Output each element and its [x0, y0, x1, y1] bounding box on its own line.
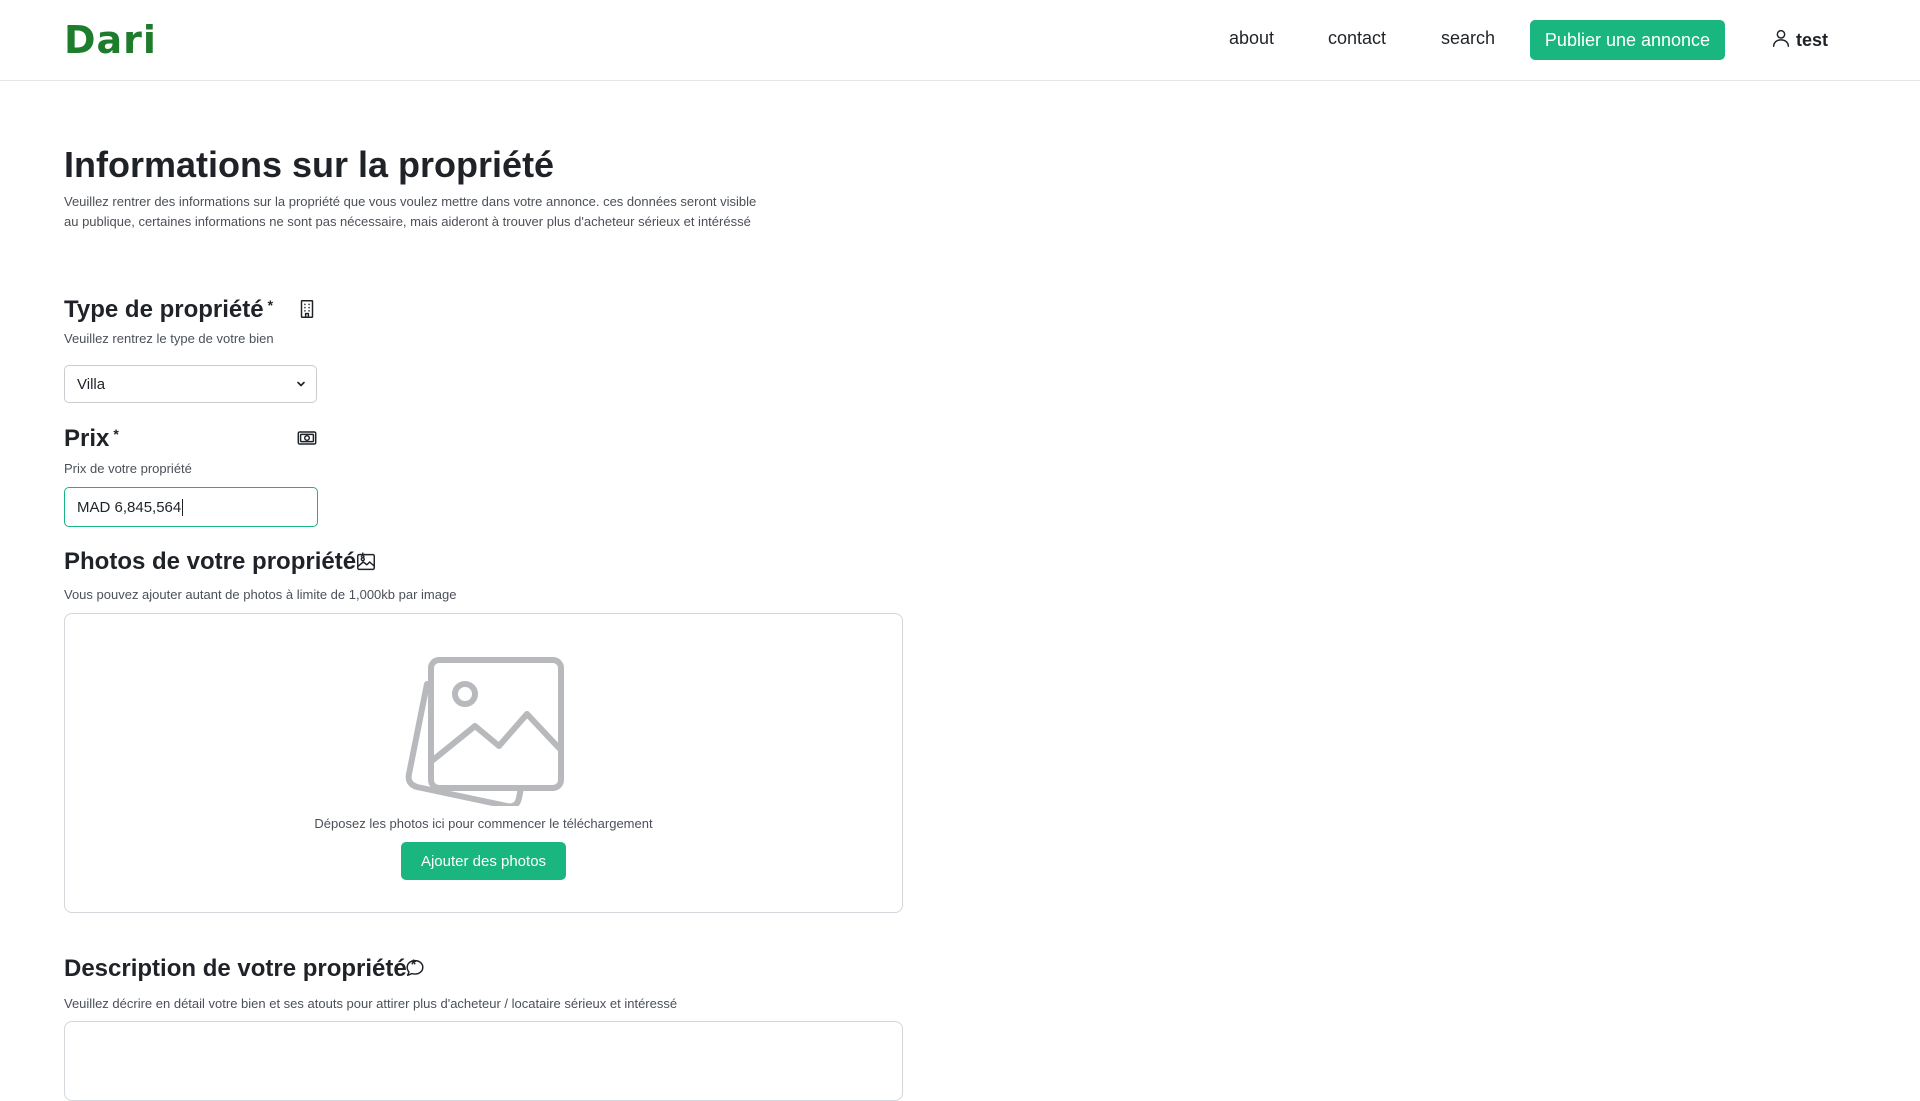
money-icon [296, 427, 318, 449]
description-textarea[interactable] [64, 1021, 903, 1101]
description-help: Veuillez décrire en détail votre bien et… [64, 996, 678, 1011]
property-type-help: Veuillez rentrez le type de votre bien [64, 331, 274, 346]
add-photos-button[interactable]: Ajouter des photos [401, 842, 566, 880]
top-navbar: Dari about contact search Publier une an… [0, 0, 1920, 81]
image-icon [355, 551, 377, 573]
price-input[interactable]: MAD 6,845,564 [64, 487, 318, 527]
description-label-text: Description de votre propriété [64, 955, 407, 982]
text-caret [182, 498, 184, 516]
dari-logo[interactable]: Dari [64, 18, 157, 62]
photo-dropzone[interactable]: Déposez les photos ici pour commencer le… [64, 613, 903, 913]
photos-placeholder-icon [405, 657, 564, 806]
photos-help: Vous pouvez ajouter autant de photos à l… [64, 587, 457, 602]
required-mark: * [267, 297, 274, 313]
building-icon [296, 298, 318, 320]
page-description: Veuillez rentrer des informations sur la… [64, 194, 757, 229]
property-type-selected: Villa [77, 375, 106, 393]
price-value: MAD 6,845,564 [77, 498, 182, 516]
property-type-select[interactable]: Villa [64, 365, 317, 403]
user-menu[interactable]: test [1770, 26, 1828, 54]
nav-search-link[interactable]: search [1441, 28, 1495, 49]
description-label: Description de votre propriété * [64, 955, 416, 983]
photos-label: Photos de votre propriété * [64, 548, 366, 576]
required-mark: * [113, 426, 119, 442]
price-label-text: Prix [64, 425, 110, 452]
dropzone-instructions: Déposez les photos ici pour commencer le… [314, 816, 653, 831]
publish-listing-button[interactable]: Publier une annonce [1530, 20, 1725, 60]
chat-bubble-icon [404, 957, 426, 979]
nav-contact-link[interactable]: contact [1328, 28, 1386, 49]
price-help: Prix de votre propriété [64, 461, 192, 476]
photos-label-text: Photos de votre propriété [64, 548, 357, 575]
nav-about-link[interactable]: about [1229, 28, 1274, 49]
chevron-down-icon [297, 381, 305, 387]
page-title: Informations sur la propriété [64, 144, 555, 185]
property-type-label: Type de propriété * [64, 296, 273, 324]
price-label: Prix * [64, 425, 119, 453]
user-name: test [1796, 29, 1829, 50]
property-type-label-text: Type de propriété [64, 296, 264, 323]
user-icon [1770, 27, 1792, 54]
